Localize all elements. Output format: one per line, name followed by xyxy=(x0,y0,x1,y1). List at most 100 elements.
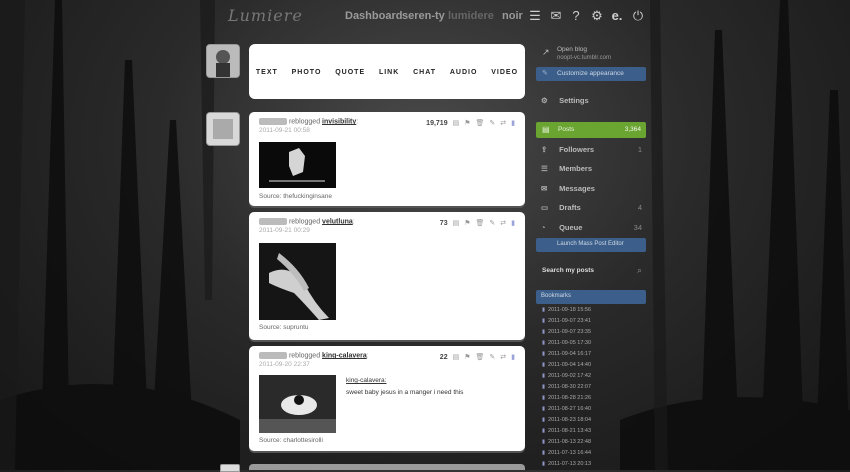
post-source[interactable]: Source: charlottesirolli xyxy=(259,437,323,444)
bookmark-item[interactable]: ▮ 2011-09-02 17:42 xyxy=(542,373,591,379)
bookmark-item[interactable]: ▮ 2011-08-30 22:07 xyxy=(542,384,591,390)
post-type-audio[interactable]: AUDIO xyxy=(450,69,478,76)
open-blog-label[interactable]: Open blog xyxy=(557,46,587,53)
bookmark-item[interactable]: ▮ 2011-08-23 18:04 xyxy=(542,417,591,423)
gear-icon[interactable]: ⚙ xyxy=(589,8,605,24)
nav-lumidere-link[interactable]: lumidere xyxy=(448,10,494,22)
nav-seren-ty-link[interactable]: seren-ty xyxy=(402,10,445,22)
post-header: reblogged invisibility: xyxy=(259,118,358,125)
post-type-composer: TEXT PHOTO QUOTE LINK CHAT AUDIO VIDEO xyxy=(249,44,525,99)
edit-icon[interactable]: ✎ xyxy=(489,353,495,361)
reblog-icon[interactable]: ⇄ xyxy=(500,353,506,361)
mass-post-editor-button[interactable]: Launch Mass Post Editor xyxy=(536,238,646,252)
sidebar-item-messages[interactable]: ✉ Messages xyxy=(536,184,646,193)
posts-count: 3,364 xyxy=(624,126,641,133)
mail-icon[interactable]: ✉ xyxy=(548,8,564,24)
delete-icon[interactable]: 🗑 xyxy=(476,119,485,127)
post-date[interactable]: 2011-09-21 00:58 xyxy=(259,127,310,134)
edit-icon[interactable]: ✎ xyxy=(489,219,495,227)
next-post-card xyxy=(249,464,525,470)
edit-icon[interactable]: ✎ xyxy=(489,119,495,127)
tag-icon[interactable]: ⚑ xyxy=(464,353,470,361)
members-label: Members xyxy=(559,164,593,173)
notes-count[interactable]: 22 xyxy=(440,354,448,361)
bookmark-item[interactable]: ▮ 2011-08-27 16:40 xyxy=(542,406,591,412)
reblog-icon[interactable]: ⇄ xyxy=(500,119,506,127)
reblogged-label: reblogged xyxy=(288,118,321,126)
sidebar-item-followers[interactable]: ⇪ Followers 1 xyxy=(536,145,646,154)
top-nav-bar: Lumiere Dashboard seren-ty lumidere noir… xyxy=(0,6,850,28)
bookmarks-label: Bookmarks xyxy=(541,293,572,299)
bookmark-icon[interactable]: ▮ xyxy=(511,353,515,361)
bookmark-item[interactable]: ▮ 2011-08-21 13:43 xyxy=(542,428,591,434)
post-avatar[interactable] xyxy=(206,112,240,146)
reblogged-blog-link[interactable]: king-calavera xyxy=(322,352,367,359)
search-my-posts[interactable]: Search my posts ⌕ xyxy=(536,262,646,280)
nav-dashboard-link[interactable]: Dashboard xyxy=(345,10,402,22)
bookmark-item[interactable]: ▮ 2011-09-04 14:40 xyxy=(542,362,591,368)
post-source[interactable]: Source: supruntu xyxy=(259,324,309,331)
blog-url[interactable]: noopt-vc.tumblr.com xyxy=(557,55,611,61)
reblogged-blog-link[interactable]: invisibility xyxy=(322,118,356,125)
bookmark-item[interactable]: ▮ 2011-07-13 20:13 xyxy=(542,461,591,467)
post-source[interactable]: Source: thefuckinginsane xyxy=(259,193,332,200)
bookmark-icon: ▮ xyxy=(542,406,546,412)
sidebar-item-queue[interactable]: ◔ Queue 34 xyxy=(536,223,646,232)
post-type-video[interactable]: VIDEO xyxy=(491,69,518,76)
post-type-chat[interactable]: CHAT xyxy=(413,69,436,76)
followers-label: Followers xyxy=(559,145,595,154)
reblog-icon[interactable]: ⇄ xyxy=(500,219,506,227)
post-photo[interactable] xyxy=(259,243,336,320)
sidebar-item-settings[interactable]: ⚙ Settings xyxy=(536,96,646,105)
bookmark-item[interactable]: ▮ 2011-09-05 17:30 xyxy=(542,340,591,346)
notes-count[interactable]: 73 xyxy=(440,220,448,227)
reblogged-blog-link[interactable]: velutluna xyxy=(322,218,353,225)
bookmark-item[interactable]: ▮ 2011-09-07 23:35 xyxy=(542,329,591,335)
note-icon[interactable]: ▤ xyxy=(453,119,460,127)
caption-author-link[interactable]: king-calavera: xyxy=(346,377,386,384)
note-icon[interactable]: ▤ xyxy=(453,219,460,227)
post-controls: 22 ▤ ⚑ 🗑 ✎ ⇄ ▮ xyxy=(440,353,515,362)
open-blog-item[interactable]: ↗ Open blog noopt-vc.tumblr.com xyxy=(536,44,646,66)
sidebar-item-members[interactable]: ☰ Members xyxy=(536,164,646,173)
tumblr-logo[interactable]: Lumiere xyxy=(228,6,303,25)
post-type-quote[interactable]: QUOTE xyxy=(335,69,365,76)
post-avatar[interactable] xyxy=(220,464,240,472)
delete-icon[interactable]: 🗑 xyxy=(476,219,485,227)
bookmark-item[interactable]: ▮ 2011-09-18 15:56 xyxy=(542,307,591,313)
bookmark-icon[interactable]: ▮ xyxy=(511,219,515,227)
delete-icon[interactable]: 🗑 xyxy=(476,353,485,361)
gear-icon: ⚙ xyxy=(541,96,548,105)
bookmark-item[interactable]: ▮ 2011-08-28 21:26 xyxy=(542,395,591,401)
tumblr-icon[interactable]: e. xyxy=(609,8,625,24)
search-icon[interactable]: ⌕ xyxy=(637,265,642,276)
tag-icon[interactable]: ⚑ xyxy=(464,219,470,227)
user-avatar[interactable] xyxy=(206,44,240,78)
bookmark-item[interactable]: ▮ 2011-08-13 22:48 xyxy=(542,439,591,445)
help-icon[interactable]: ? xyxy=(568,8,584,24)
bookmark-item[interactable]: ▮ 2011-07-13 16:44 xyxy=(542,450,591,456)
note-icon[interactable]: ▤ xyxy=(453,353,460,361)
sidebar-item-drafts[interactable]: ▭ Drafts 4 xyxy=(536,203,646,212)
bookmark-item[interactable]: ▮ 2011-09-04 16:17 xyxy=(542,351,591,357)
bookmark-icon[interactable]: ▮ xyxy=(511,119,515,127)
post-photo[interactable] xyxy=(259,375,336,433)
bookmark-item[interactable]: ▮ 2011-09-07 23:41 xyxy=(542,318,591,324)
post-date[interactable]: 2011-09-20 22:37 xyxy=(259,361,310,368)
notes-count[interactable]: 19,719 xyxy=(426,120,447,127)
post-date[interactable]: 2011-09-21 00:29 xyxy=(259,227,310,234)
customize-appearance-button[interactable]: ✎ Customize appearance xyxy=(536,67,646,81)
post-type-text[interactable]: TEXT xyxy=(256,69,278,76)
nav-noir-link[interactable]: noir xyxy=(502,10,523,22)
queue-count: 34 xyxy=(633,223,642,232)
tag-icon[interactable]: ⚑ xyxy=(464,119,470,127)
post-type-photo[interactable]: PHOTO xyxy=(292,69,322,76)
blurred-username xyxy=(259,218,287,225)
list-icon[interactable]: ☰ xyxy=(527,8,543,24)
post-photo[interactable] xyxy=(259,142,336,188)
queue-label: Queue xyxy=(559,223,583,232)
drafts-label: Drafts xyxy=(559,203,581,212)
sidebar-item-posts[interactable]: ▤ Posts 3,364 xyxy=(536,122,646,138)
power-icon[interactable]: ⏻ xyxy=(630,8,646,24)
post-type-link[interactable]: LINK xyxy=(379,69,399,76)
